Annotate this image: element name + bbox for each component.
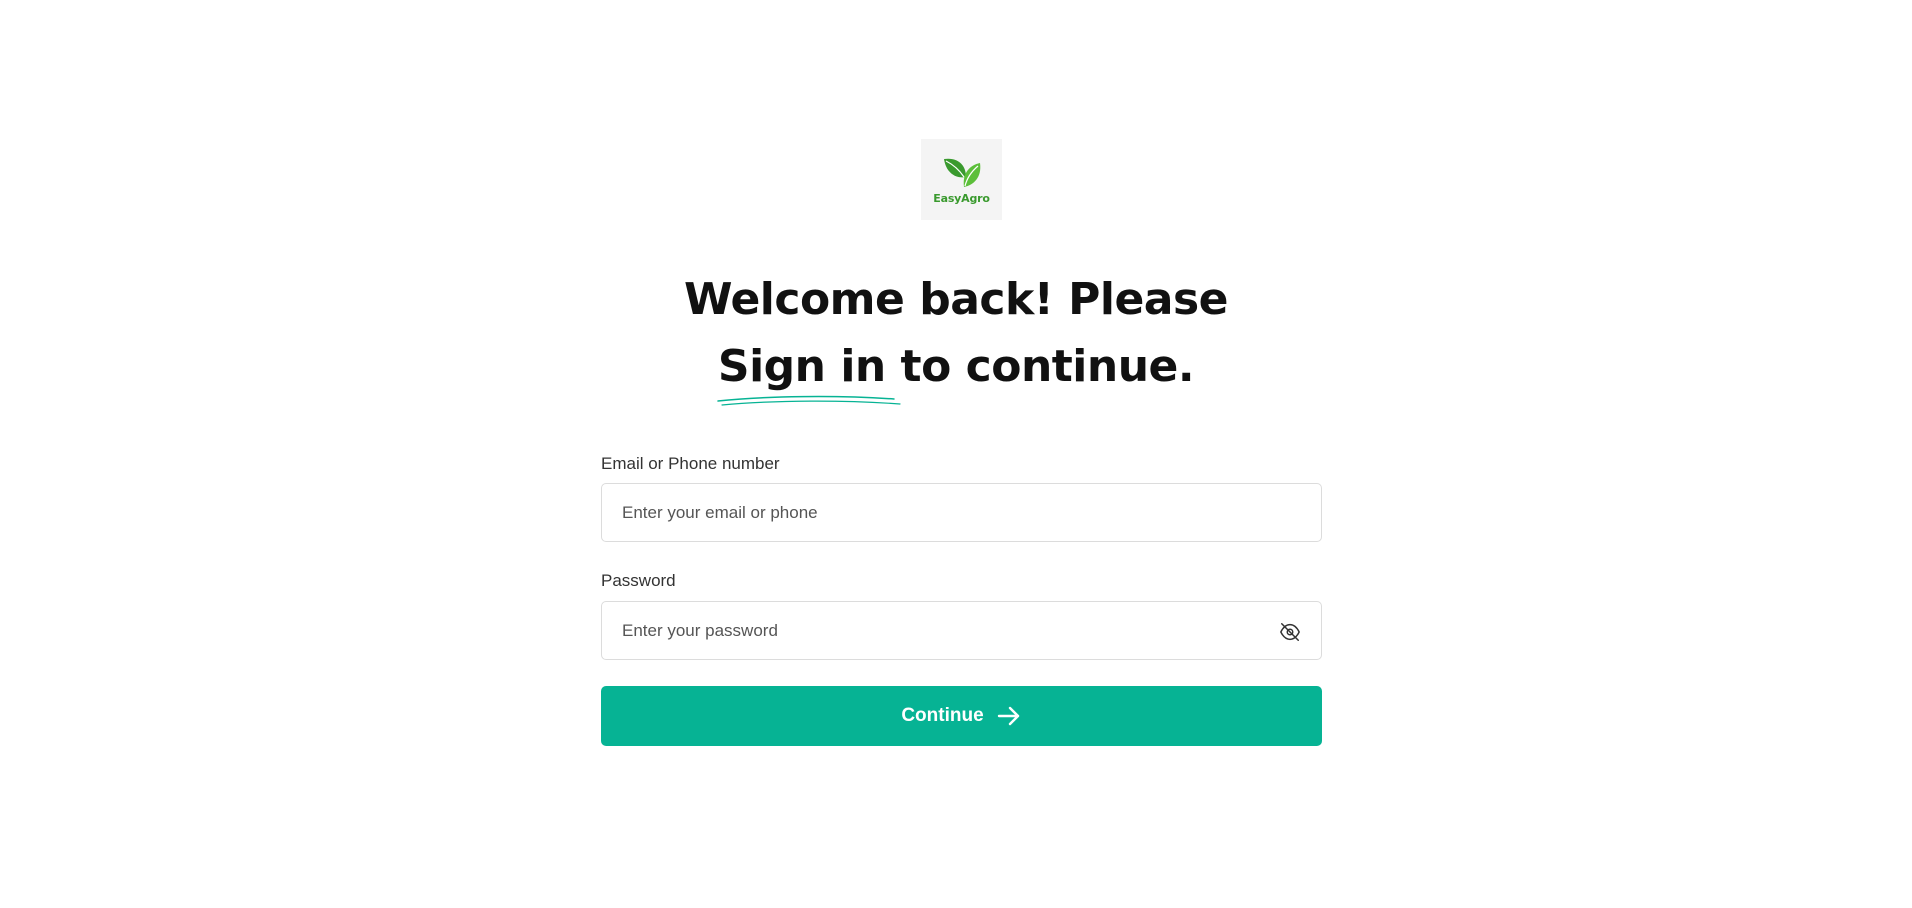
headline-highlight: Sign in bbox=[717, 333, 901, 406]
password-label: Password bbox=[601, 571, 676, 590]
email-field[interactable] bbox=[602, 484, 1321, 541]
password-field-box bbox=[601, 601, 1322, 660]
continue-button-label: Continue bbox=[901, 705, 984, 726]
headline-line-1: Welcome back! Please bbox=[683, 274, 1229, 325]
headline-line-2-rest: to continue. bbox=[885, 341, 1195, 392]
leaf-icon bbox=[943, 158, 980, 187]
page-title: Welcome back! Please Sign in to continue… bbox=[556, 266, 1356, 406]
headline-line-2: Sign in to continue. bbox=[556, 333, 1356, 406]
eye-off-icon[interactable] bbox=[1279, 621, 1301, 643]
email-field-box bbox=[601, 483, 1322, 542]
sign-in-page: EasyAgro Welcome back! Please Sign in to… bbox=[0, 0, 1912, 908]
logo: EasyAgro bbox=[921, 139, 1002, 220]
email-label: Email or Phone number bbox=[601, 454, 780, 473]
logo-text: EasyAgro bbox=[933, 191, 990, 205]
arrow-right-icon bbox=[997, 706, 1019, 726]
headline-highlight-text: Sign in bbox=[717, 341, 886, 392]
continue-button[interactable]: Continue bbox=[601, 686, 1322, 746]
underline-scribble bbox=[717, 395, 901, 406]
password-field[interactable] bbox=[602, 602, 1321, 659]
